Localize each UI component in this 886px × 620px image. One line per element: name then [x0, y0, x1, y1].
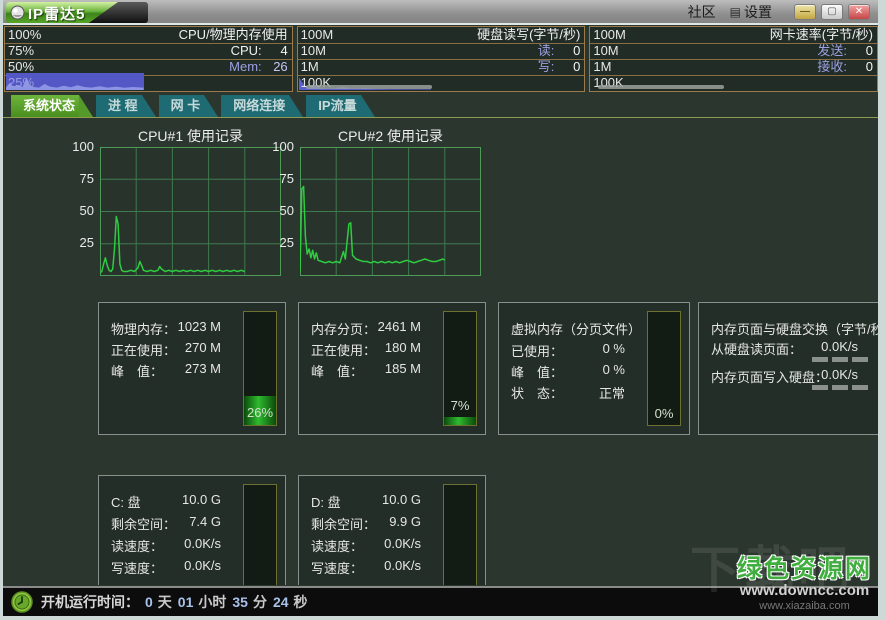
gauge-percent-label: 7% — [444, 398, 476, 413]
virtual-memory-gauge: 0% — [647, 311, 681, 426]
titlebar: IP雷达5 社区 ▤ 设置 — ▢ ✕ — [3, 0, 878, 25]
tab-processes[interactable]: 进 程 — [96, 95, 142, 117]
panel-title: CPU/物理内存使用 — [179, 27, 288, 43]
close-button[interactable]: ✕ — [848, 4, 870, 20]
community-link[interactable]: 社区 — [688, 2, 716, 22]
paging-usage-gauge: 7% — [443, 311, 477, 426]
scale-label: 10M — [301, 43, 361, 59]
y-tick: 75 — [60, 172, 94, 186]
physical-memory-panel: 物理内存：1023 M 正在使用：270 M 峰 值：273 M 26% — [98, 302, 286, 435]
scale-label: 1M — [301, 59, 361, 75]
tab-bar: 系统状态 进 程 网 卡 网络连接 IP流量 — [3, 94, 878, 118]
scale-label: 100% — [8, 27, 68, 43]
system-status-page: CPU#1 使用记录 100 75 50 25 CPU#2 使用记录 100 7… — [3, 118, 878, 585]
scale-label: 75% — [8, 43, 68, 59]
disk-read-value: 0 — [554, 43, 580, 59]
disk-d-panel: D: 盘10.0 G 剩余空间：9.9 G 读速度：0.0K/s 写速度：0.0… — [298, 475, 486, 585]
watermark-url: www.downcc.com — [737, 583, 872, 600]
panel-title: 硬盘读写(字节/秒) — [477, 27, 580, 43]
site-watermark: 绿色资源网 www.downcc.com www.xiazaiba.com — [737, 556, 872, 612]
cpu1-usage-chart — [100, 147, 281, 276]
disk-io-monitor: 100M 10M 1M 100K 硬盘读写(字节/秒) 读:0 写:0 — [297, 26, 586, 92]
cpu2-usage-chart — [300, 147, 481, 276]
network-rate-monitor: 100M 10M 1M 100K 网卡速率(字节/秒) 发送:0 接收:0 — [589, 26, 878, 92]
scale-label: 10M — [593, 43, 653, 59]
app-logo: IP雷达5 — [6, 2, 148, 23]
disk-write-value: 0 — [554, 59, 580, 75]
minimize-button[interactable]: — — [794, 4, 816, 20]
mem-percent-value: 26 — [262, 59, 288, 75]
top-monitor-row: 100% 75% 50% 25% CPU/物理内存使用 CPU:4 Mem:26… — [3, 25, 878, 94]
disk-c-gauge — [243, 484, 277, 585]
y-tick: 25 — [260, 236, 294, 250]
gauge-percent-label: 0% — [648, 406, 680, 421]
disk-c-panel: C: 盘10.0 G 剩余空间：7.4 G 读速度：0.0K/s 写速度：0.0… — [98, 475, 286, 585]
settings-icon: ▤ — [730, 5, 741, 19]
page-write-minibar — [812, 385, 870, 390]
net-recv-value: 0 — [847, 59, 873, 75]
y-tick: 50 — [60, 204, 94, 218]
app-title: IP雷达5 — [28, 3, 86, 23]
watermark-title: 绿色资源网 — [737, 556, 872, 584]
maximize-button[interactable]: ▢ — [821, 4, 843, 20]
scale-label: 1M — [593, 59, 653, 75]
page-swap-panel: 内存页面与硬盘交换（字节/秒） 从硬盘读页面：0.0K/s 内存页面写入硬盘：0… — [698, 302, 878, 435]
cpu-memory-monitor: 100% 75% 50% 25% CPU/物理内存使用 CPU:4 Mem:26 — [4, 26, 293, 92]
memory-paging-panel: 内存分页：2461 M 正在使用：180 M 峰 值：185 M 7% — [298, 302, 486, 435]
history-scrollbar-thumb[interactable] — [598, 85, 724, 89]
y-tick: 25 — [60, 236, 94, 250]
scale-label: 50% — [8, 59, 68, 75]
tab-system-status[interactable]: 系统状态 — [11, 95, 79, 117]
y-tick: 75 — [260, 172, 294, 186]
settings-link[interactable]: ▤ 设置 — [730, 2, 772, 22]
scale-label: 100M — [301, 27, 361, 43]
net-send-value: 0 — [847, 43, 873, 59]
cpu2-chart-title: CPU#2 使用记录 — [300, 126, 481, 146]
cpu-percent-value: 4 — [262, 43, 288, 59]
scale-label: 100M — [593, 27, 653, 43]
disk-d-gauge — [443, 484, 477, 585]
cpu1-chart-title: CPU#1 使用记录 — [100, 126, 281, 146]
watermark-url2: www.xiazaiba.com — [737, 600, 872, 612]
app-window: IP雷达5 社区 ▤ 设置 — ▢ ✕ 100% 75% 50% 25% — [0, 0, 886, 620]
radar-icon — [10, 5, 25, 20]
scale-label: 25% — [8, 75, 68, 91]
memory-usage-gauge: 26% — [243, 311, 277, 426]
page-read-minibar — [812, 357, 870, 362]
virtual-memory-panel: 虚拟内存（分页文件） 已使用：0 % 峰 值：0 % 状 态：正常 0% — [498, 302, 690, 435]
clock-icon — [11, 591, 33, 613]
tab-network-connections[interactable]: 网络连接 — [221, 95, 289, 117]
tab-network-card[interactable]: 网 卡 — [159, 95, 205, 117]
y-tick: 50 — [260, 204, 294, 218]
history-scrollbar-thumb[interactable] — [306, 85, 432, 89]
panel-title: 网卡速率(字节/秒) — [770, 27, 873, 43]
y-tick: 100 — [60, 140, 94, 154]
gauge-percent-label: 26% — [244, 405, 276, 420]
y-tick: 100 — [260, 140, 294, 154]
tab-ip-traffic[interactable]: IP流量 — [306, 95, 360, 117]
uptime-label: 开机运行时间： — [41, 592, 139, 612]
